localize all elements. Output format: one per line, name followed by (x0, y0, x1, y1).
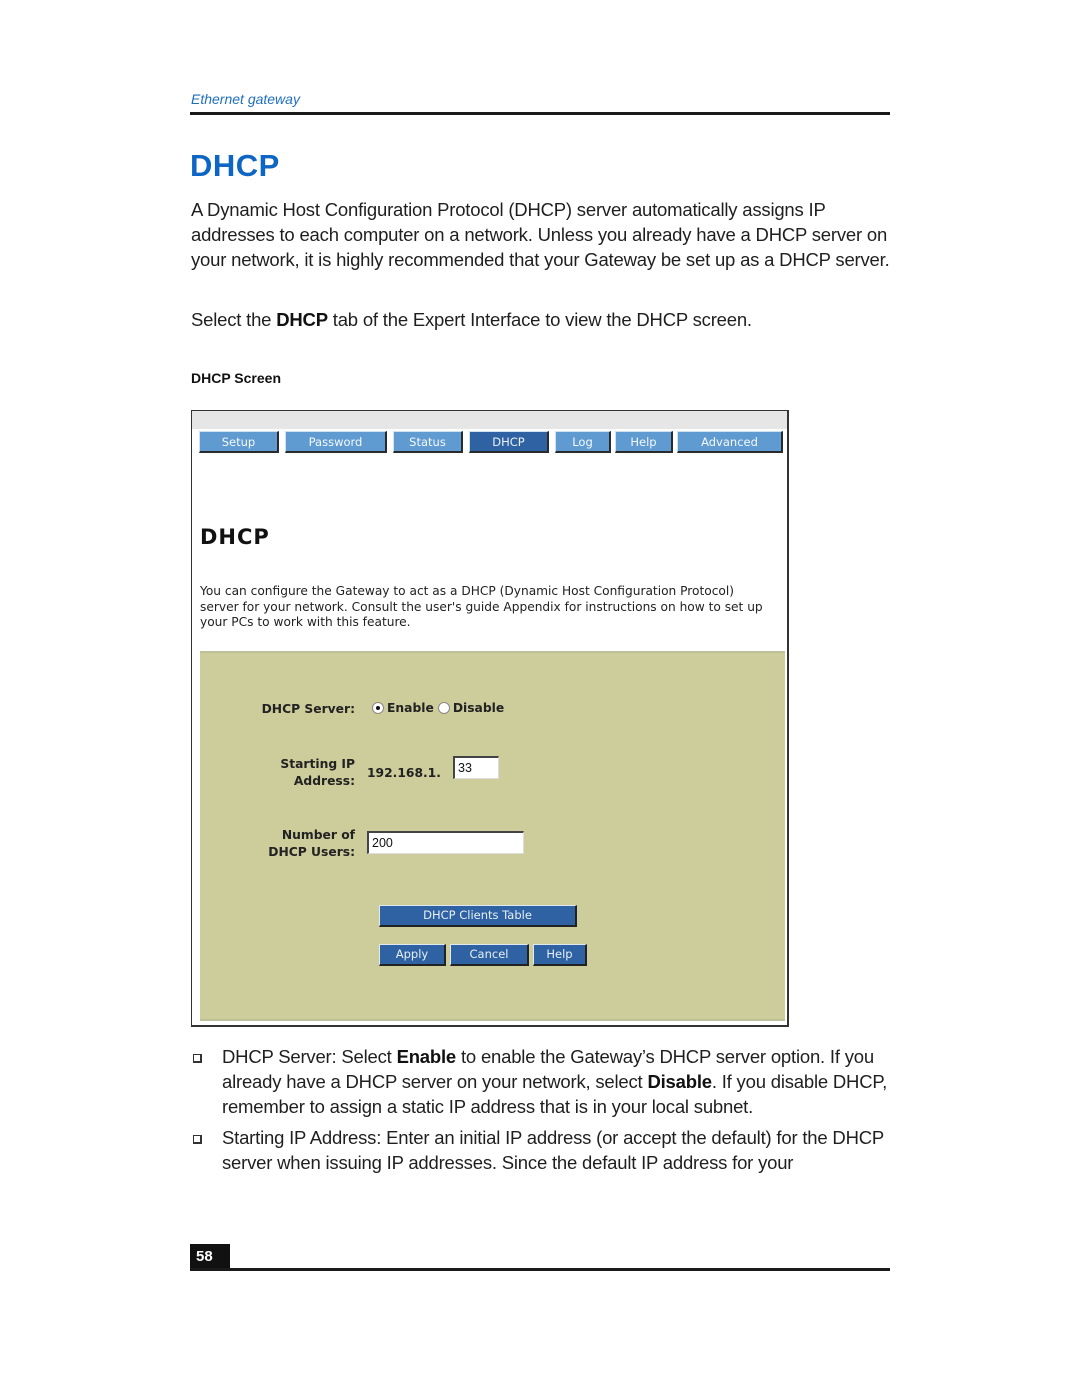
dhcp-server-radio-group: Enable Disable (372, 701, 508, 715)
bullet-item: Starting IP Address: Enter an initial IP… (191, 1126, 891, 1176)
dhcp-screenshot: Setup Password Status DHCP Log Help Adva… (191, 410, 789, 1027)
tab-help[interactable]: Help (615, 431, 673, 453)
checkbox-bullet-icon (193, 1135, 202, 1145)
screenshot-top-bar (192, 411, 787, 429)
starting-ip-label-line1: Starting IP (280, 757, 355, 771)
bullet-text: DHCP Server: Select (222, 1046, 397, 1067)
screenshot-description: You can configure the Gateway to act as … (200, 584, 763, 629)
bullet-bold-enable: Enable (396, 1046, 457, 1067)
instruction-text-bold: DHCP (276, 309, 328, 330)
disable-radio[interactable] (437, 702, 450, 714)
tab-advanced[interactable]: Advanced (677, 431, 783, 453)
dhcp-server-label: DHCP Server: (261, 702, 355, 716)
enable-radio-label[interactable]: Enable (387, 701, 434, 715)
figure-caption: DHCP Screen (191, 370, 282, 386)
ip-prefix: 192.168.1. (367, 766, 441, 780)
tab-dhcp[interactable]: DHCP (469, 431, 549, 453)
dhcp-clients-table-button[interactable]: DHCP Clients Table (379, 905, 577, 927)
bullet-list: DHCP Server: Select Enable to enable the… (191, 1045, 891, 1183)
num-users-label-line1: Number of (281, 828, 355, 842)
tab-setup[interactable]: Setup (199, 431, 279, 453)
starting-ip-label: Starting IP Address: (240, 756, 355, 790)
starting-ip-input[interactable]: 33 (453, 756, 499, 779)
tab-status[interactable]: Status (393, 431, 463, 453)
bullet-bold-disable: Disable (647, 1070, 712, 1092)
enable-radio[interactable] (372, 702, 384, 714)
instruction-text-pre: Select the (191, 309, 277, 330)
footer-rule (190, 1268, 890, 1271)
apply-button[interactable]: Apply (379, 944, 446, 966)
instruction-paragraph: Select the DHCP tab of the Expert Interf… (191, 308, 891, 333)
section-title: DHCP (190, 148, 280, 183)
tab-password[interactable]: Password (285, 431, 387, 453)
num-users-label-line2: DHCP Users: (268, 845, 355, 859)
running-head: Ethernet gateway (191, 91, 300, 107)
screenshot-title: DHCP (200, 525, 270, 549)
help-button[interactable]: Help (533, 944, 587, 966)
dhcp-settings-panel: DHCP Server: Enable Disable Starting IP … (200, 651, 785, 1021)
intro-paragraph: A Dynamic Host Configuration Protocol (D… (191, 199, 890, 270)
starting-ip-label-line2: Address: (293, 774, 355, 788)
num-users-label: Number of DHCP Users: (240, 827, 355, 861)
header-rule (190, 112, 890, 115)
disable-radio-label[interactable]: Disable (453, 701, 504, 715)
bullet-item: DHCP Server: Select Enable to enable the… (191, 1045, 891, 1119)
tab-log[interactable]: Log (555, 431, 611, 453)
bullet-text: Starting IP Address: Enter an initial IP… (222, 1127, 884, 1174)
cancel-button[interactable]: Cancel (450, 944, 529, 966)
checkbox-bullet-icon (193, 1054, 202, 1063)
instruction-text-post: tab of the Expert Interface to view the … (327, 309, 752, 330)
page-number: 58 (190, 1244, 230, 1270)
num-users-input[interactable]: 200 (367, 831, 524, 854)
